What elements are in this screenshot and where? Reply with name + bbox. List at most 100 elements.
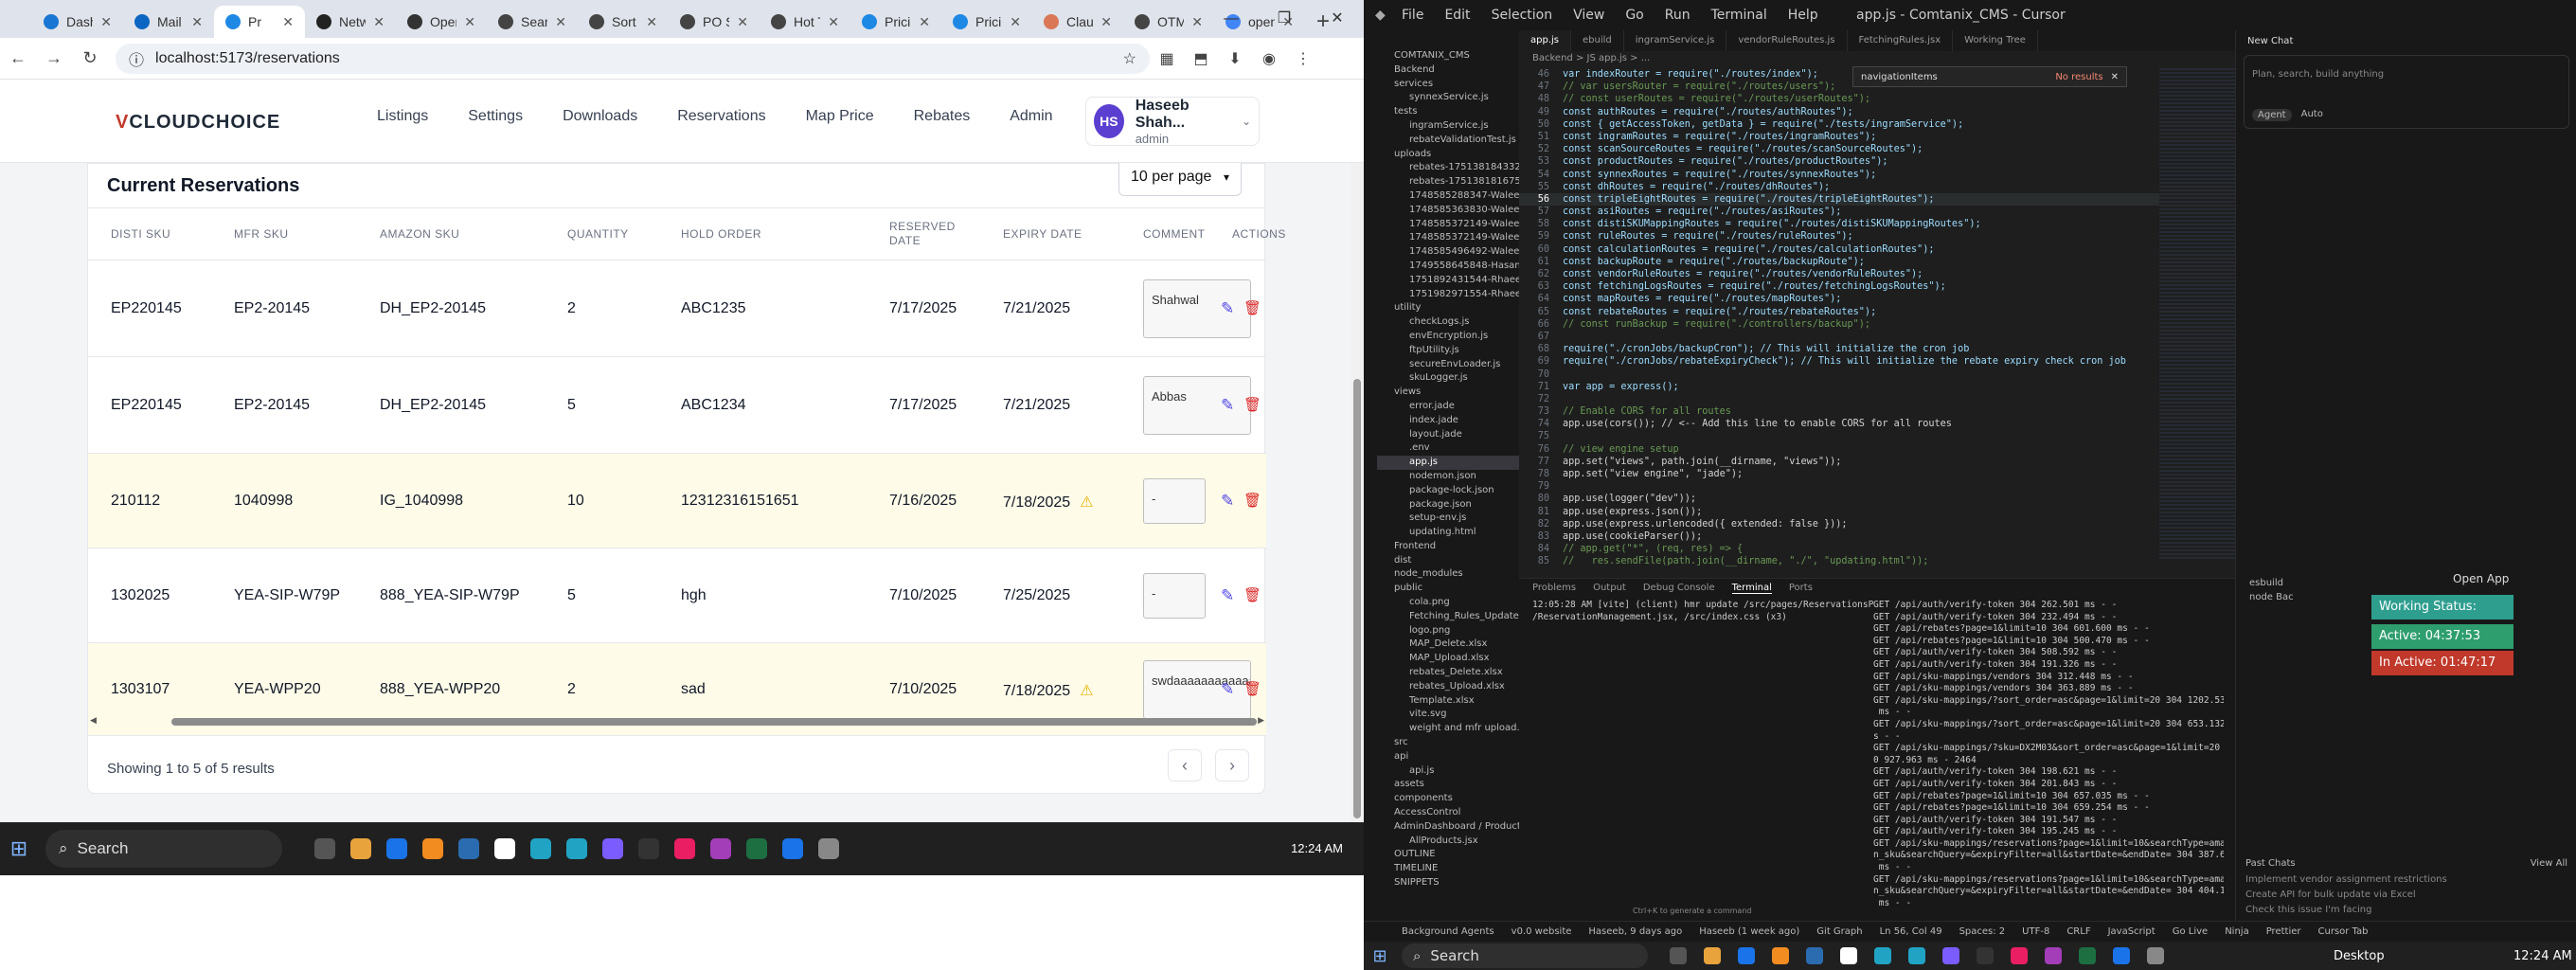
status-item[interactable]: Go Live (2173, 926, 2208, 937)
browser-tab[interactable]: Claude ✕ (1032, 6, 1123, 38)
site-info-icon[interactable]: ⓘ (129, 47, 144, 70)
explorer-item[interactable]: node_modules (1377, 567, 1519, 582)
close-icon[interactable]: ✕ (646, 14, 657, 30)
panel-tab[interactable]: Problems (1532, 583, 1576, 594)
close-icon[interactable]: ✕ (1191, 14, 1203, 30)
taskbar-app-icon[interactable] (343, 831, 379, 867)
explorer-item[interactable]: envEncryption.js (1377, 330, 1519, 344)
taskbar-app-icon[interactable] (775, 831, 811, 867)
taskbar-app-icon[interactable] (811, 831, 847, 867)
explorer-item[interactable]: src (1377, 736, 1519, 750)
taskbar-app-icon[interactable] (2104, 947, 2138, 964)
explorer-item[interactable]: nodemon.json (1377, 470, 1519, 484)
editor-menu-terminal[interactable]: Terminal (1711, 8, 1767, 23)
taskbar-app-icon[interactable] (703, 831, 739, 867)
minimize-icon[interactable]: — (1205, 0, 1258, 38)
close-icon[interactable]: ✕ (1100, 14, 1112, 30)
trash-icon[interactable]: 🗑 (1243, 396, 1261, 413)
explorer-item[interactable]: package.json (1377, 498, 1519, 512)
explorer-item[interactable]: setup-env.js (1377, 512, 1519, 526)
editor-menu-help[interactable]: Help (1788, 8, 1818, 23)
bookmark-star-icon[interactable]: ☆ (1123, 49, 1136, 68)
taskbar-app-icon[interactable] (1900, 947, 1934, 964)
explorer-item[interactable]: public (1377, 582, 1519, 596)
explorer-item[interactable]: weight and mfr upload.xlsx (1377, 722, 1519, 736)
explorer-item[interactable]: secureEnvLoader.js (1377, 358, 1519, 372)
browser-tab[interactable]: Dashbo ✕ (32, 6, 123, 38)
explorer-item[interactable]: api.js (1377, 764, 1519, 779)
close-icon[interactable]: ✕ (1010, 14, 1021, 30)
explorer-item[interactable]: Fetching_Rules_Update.xlsx (1377, 610, 1519, 624)
panel-tab[interactable]: Output (1593, 583, 1626, 594)
explorer-item[interactable]: assets (1377, 778, 1519, 792)
comment-textarea[interactable]: - (1143, 478, 1206, 524)
explorer-item[interactable]: ftpUtility.js (1377, 344, 1519, 358)
next-page-button[interactable]: › (1215, 749, 1249, 781)
editor-menu-go[interactable]: Go (1625, 8, 1643, 23)
editor-tab[interactable]: vendorRuleRoutes.js (1726, 30, 1848, 51)
explorer-item[interactable]: ingramService.js (1377, 119, 1519, 134)
browser-tab[interactable]: Hot To ✕ (760, 6, 850, 38)
close-icon[interactable]: ✕ (464, 14, 475, 30)
panel-tab[interactable]: Ports (1789, 583, 1813, 594)
editor-tab[interactable]: app.js (1519, 30, 1571, 51)
tab-search-icon[interactable]: ⬒ (1184, 49, 1218, 68)
browser-tab[interactable]: Pr ✕ (214, 6, 305, 38)
editor-menu-file[interactable]: File (1402, 8, 1423, 23)
status-item[interactable]: Git Graph (1816, 926, 1862, 937)
explorer-item[interactable]: updating.html (1377, 526, 1519, 540)
taskbar-search[interactable]: ⌕ Search (1402, 943, 1648, 968)
trash-icon[interactable]: 🗑 (1243, 680, 1261, 697)
explorer-item[interactable]: AccessControl (1377, 806, 1519, 820)
explorer-item[interactable]: app.js (1377, 456, 1519, 470)
nav-item-downloads[interactable]: Downloads (563, 108, 637, 125)
status-item[interactable]: UTF-8 (2022, 926, 2049, 937)
taskbar-app-icon[interactable] (379, 831, 415, 867)
browser-tab[interactable]: Netwo ✕ (305, 6, 396, 38)
close-icon[interactable]: ✕ (2111, 72, 2119, 82)
comment-textarea[interactable]: Abbas (1143, 376, 1251, 435)
nav-item-listings[interactable]: Listings (377, 108, 428, 125)
explorer-item[interactable]: components (1377, 792, 1519, 806)
view-all-link[interactable]: View All (2531, 858, 2567, 869)
taskbar-app-icon[interactable] (307, 831, 343, 867)
nav-item-admin[interactable]: Admin (1010, 108, 1052, 125)
explorer-item[interactable]: synnexService.js (1377, 91, 1519, 105)
explorer-item[interactable]: views (1377, 386, 1519, 400)
taskbar-app-icon[interactable] (1763, 947, 1798, 964)
nav-item-reservations[interactable]: Reservations (677, 108, 765, 125)
scroll-thumb[interactable] (1353, 379, 1361, 818)
scroll-right-icon[interactable]: ▶ (1258, 715, 1264, 726)
explorer-item[interactable]: MAP_Upload.xlsx (1377, 652, 1519, 666)
code-editor[interactable]: 46 var indexRouter = require("./routes/in… (1519, 68, 2235, 570)
address-bar[interactable]: ⓘ localhost:5173/reservations ☆ (116, 43, 1150, 74)
back-icon[interactable]: ← (0, 48, 36, 68)
close-icon[interactable]: ✕ (100, 14, 112, 30)
explorer-item[interactable]: tests (1377, 105, 1519, 119)
close-icon[interactable]: ✕ (191, 14, 203, 30)
status-item[interactable]: Background Agents (1402, 926, 1494, 937)
downloads-icon[interactable]: ⬇ (1218, 49, 1252, 68)
editor-tab[interactable]: FetchingRules.jsx (1848, 30, 1954, 51)
explorer-item[interactable]: vite.svg (1377, 708, 1519, 722)
browser-tab[interactable]: Search ✕ (487, 6, 578, 38)
explorer-item[interactable]: rebates-1751381843324-0... (1377, 161, 1519, 175)
windows-start-icon[interactable]: ⊞ (0, 836, 38, 861)
trash-icon[interactable]: 🗑 (1243, 492, 1261, 509)
browser-tab[interactable]: Pricing ✕ (850, 6, 941, 38)
close-icon[interactable]: ✕ (828, 14, 839, 30)
explorer-item[interactable]: layout.jade (1377, 428, 1519, 442)
past-chat-item[interactable]: Create API for bulk update via Excel (2245, 889, 2567, 900)
agent-mode-button[interactable]: Agent (2252, 109, 2292, 121)
status-item[interactable]: JavaScript (2108, 926, 2156, 937)
close-icon[interactable]: ✕ (919, 14, 930, 30)
explorer-item[interactable]: AdminDashboard / Product (1377, 820, 1519, 835)
edit-icon[interactable]: ✎ (1221, 492, 1234, 511)
status-item[interactable]: Haseeb, 9 days ago (1588, 926, 1682, 937)
taskbar-app-icon[interactable] (1798, 947, 1832, 964)
explorer-item[interactable]: checkLogs.js (1377, 315, 1519, 330)
status-item[interactable]: CRLF (2066, 926, 2090, 937)
comment-textarea[interactable]: - (1143, 573, 1206, 619)
past-chat-item[interactable]: Check this issue I'm facing (2245, 905, 2567, 915)
explorer-item[interactable]: 1749558645848-Hasanat.A... (1377, 260, 1519, 274)
